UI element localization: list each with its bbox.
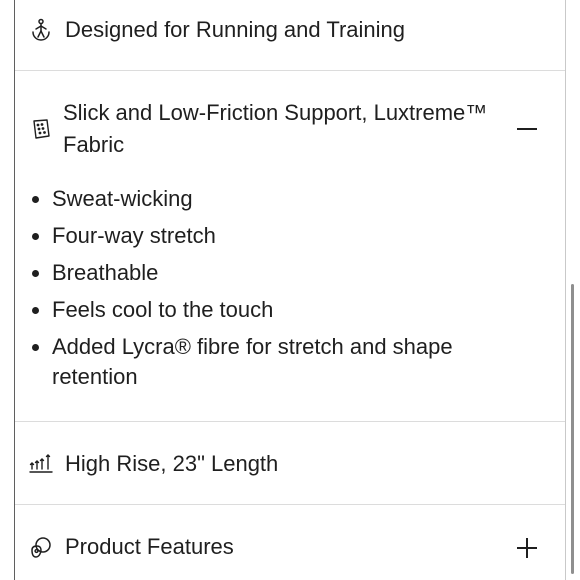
plus-icon[interactable] (515, 536, 539, 560)
section-divider (15, 421, 565, 422)
list-item: Feels cool to the touch (15, 295, 492, 325)
fabric-swatch-icon (29, 117, 53, 141)
list-item: Added Lycra® fibre for stretch and shape… (15, 332, 492, 392)
accordion-item-product-features[interactable]: Product Features (15, 528, 565, 568)
accordion-item-label: Product Features (65, 534, 234, 559)
scrollbar-thumb[interactable] (571, 284, 574, 574)
product-details-panel: Designed for Running and Training Slick … (0, 0, 580, 580)
running-person-icon (29, 18, 53, 42)
accordion-item-label: Designed for Running and Training (65, 17, 406, 42)
section-divider (15, 504, 565, 505)
bullet-icon (32, 307, 39, 314)
list-item: Breathable (15, 258, 492, 288)
list-item: Sweat-wicking (15, 184, 492, 214)
minus-icon[interactable] (515, 117, 539, 141)
list-item: Four-way stretch (15, 221, 492, 251)
accordion-item-high-rise[interactable]: High Rise, 23" Length (15, 445, 565, 485)
accordion-item-label: High Rise, 23" Length (65, 451, 279, 476)
accordion-item-running-training[interactable]: Designed for Running and Training (15, 10, 565, 50)
fabric-features-list: Sweat-wicking Four-way stretch Breathabl… (15, 184, 545, 399)
bullet-icon (32, 233, 39, 240)
bullet-icon (32, 270, 39, 277)
accordion-item-luxtreme-fabric[interactable]: Slick and Low-Friction Support, Luxtreme… (15, 95, 565, 167)
product-features-icon (29, 536, 53, 560)
bullet-icon (32, 344, 39, 351)
accordion-item-label: Slick and Low-Friction Support, Luxtreme… (63, 100, 488, 157)
bullet-icon (32, 196, 39, 203)
rise-length-icon (29, 452, 53, 476)
section-divider (15, 70, 565, 71)
